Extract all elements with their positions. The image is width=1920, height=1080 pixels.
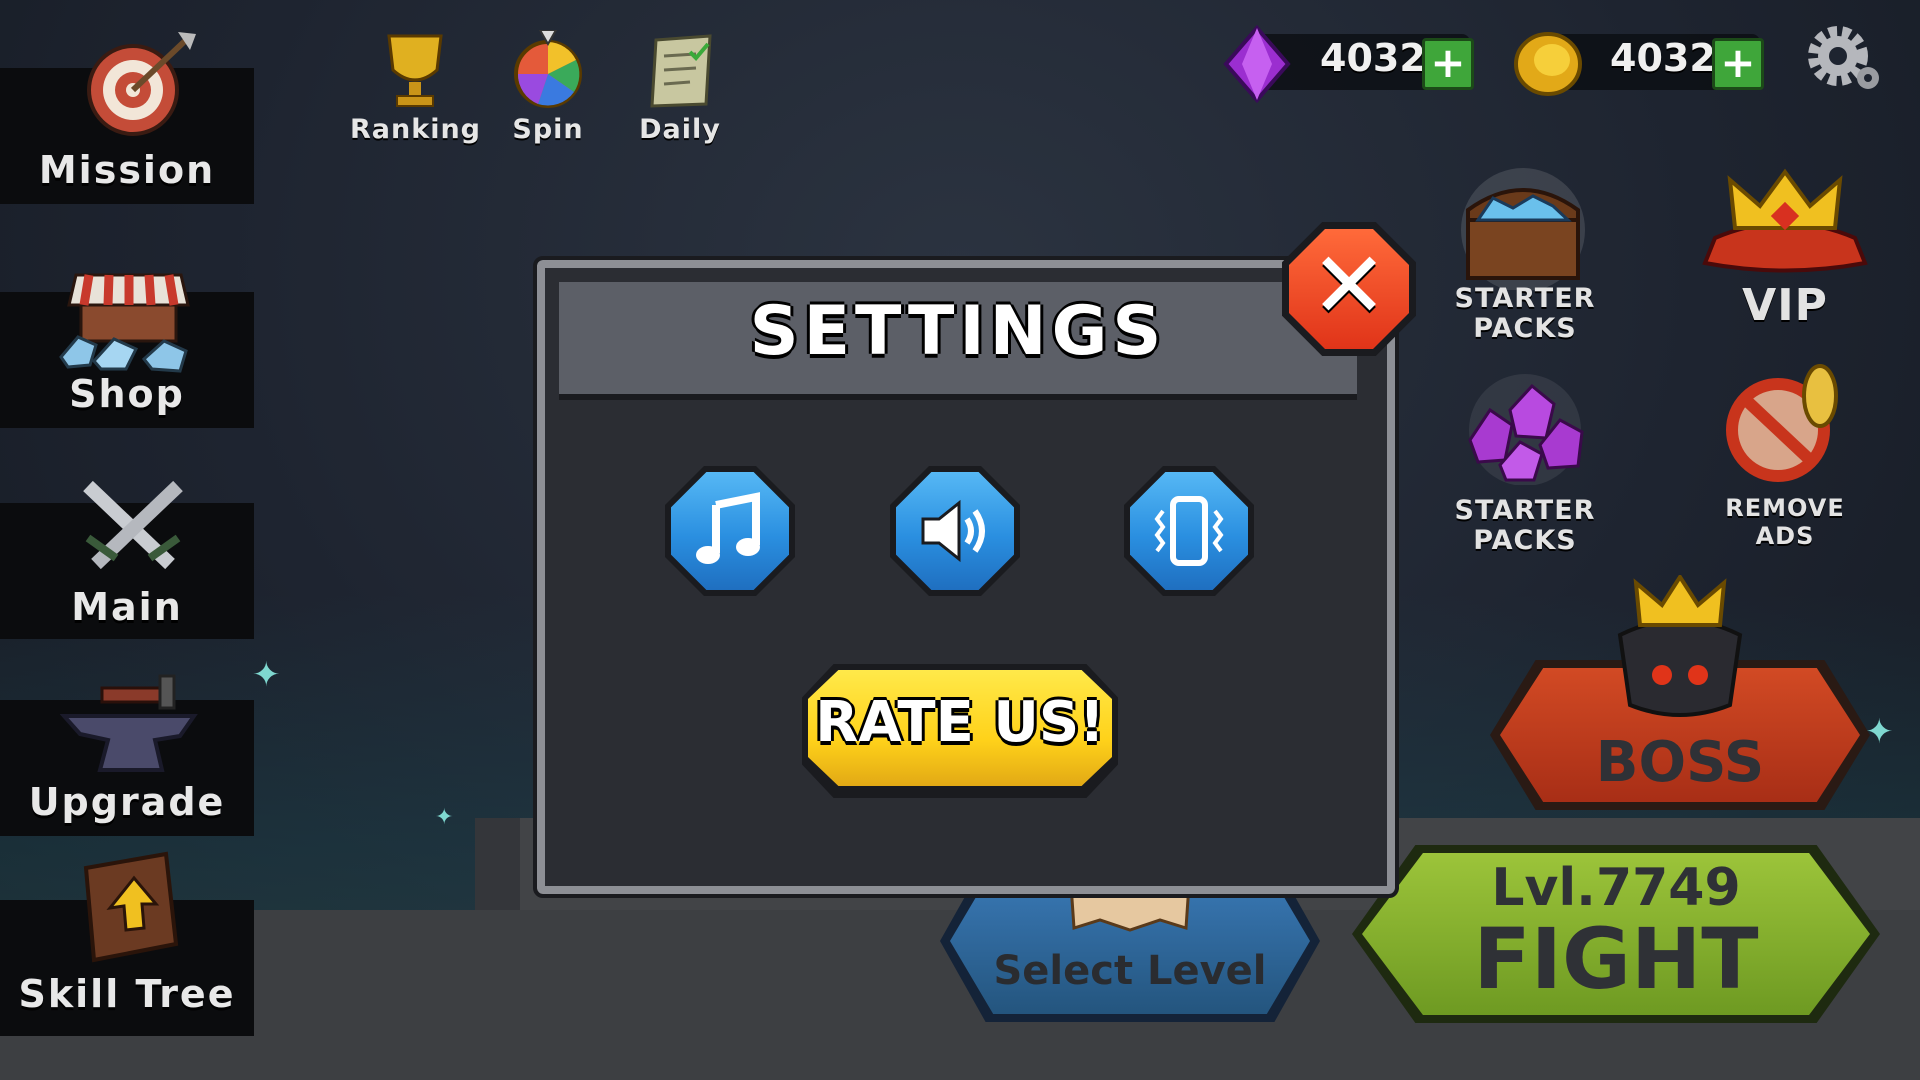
coin-count: 4032 [1610, 36, 1716, 80]
trophy-icon [387, 34, 443, 107]
ranking-label: Ranking [350, 114, 481, 145]
vibration-toggle-button[interactable] [1124, 466, 1254, 596]
vibration-phone-icon [1154, 496, 1224, 566]
no-ads-icon[interactable] [1720, 360, 1850, 490]
daily-button[interactable]: Daily [615, 30, 745, 145]
side-item-main-label: Main [71, 585, 183, 629]
music-note-icon [696, 492, 760, 564]
level-label: Lvl.7749 [1491, 858, 1741, 918]
book-icon [83, 851, 179, 963]
ranking-button[interactable]: Ranking [350, 30, 480, 145]
fight-label: FIGHT [1473, 910, 1759, 1008]
starter-packs-line1: STARTER [1454, 283, 1596, 314]
spin-label: Spin [512, 114, 584, 145]
gem-count: 4032 [1320, 36, 1426, 80]
remove-ads-line2: ADS [1755, 522, 1815, 550]
spin-button[interactable]: Spin [483, 29, 613, 145]
target-icon [87, 32, 196, 136]
side-item-skill-tree-label: Skill Tree [18, 972, 236, 1016]
add-gems-button[interactable]: + [1422, 38, 1474, 90]
select-level-label: Select Level [993, 948, 1267, 994]
settings-title: SETTINGS [749, 292, 1167, 371]
starter-packs-line1: STARTER [1454, 495, 1596, 526]
gear-icon[interactable] [1800, 18, 1890, 98]
add-coins-button[interactable]: + [1712, 38, 1764, 90]
coin-icon [1514, 32, 1582, 96]
boss-label: BOSS [1595, 730, 1765, 795]
gem-pile-icon[interactable] [1450, 370, 1600, 485]
boss-skull-icon [1617, 575, 1743, 717]
anvil-icon [60, 674, 198, 772]
side-item-mission-label: Mission [38, 148, 216, 192]
starter-packs-label-2[interactable]: STARTER PACKS [1440, 496, 1610, 556]
close-icon: ✕ [1310, 232, 1388, 339]
speaker-icon [921, 499, 985, 563]
starter-packs-label-1[interactable]: STARTER PACKS [1440, 284, 1610, 344]
daily-label: Daily [639, 114, 721, 145]
side-item-upgrade-label: Upgrade [28, 780, 226, 824]
crossed-swords-icon [83, 480, 183, 570]
treasure-chest-icon[interactable] [1448, 160, 1598, 290]
sound-toggle-button[interactable] [890, 466, 1020, 596]
starter-packs-line2: PACKS [1473, 313, 1577, 344]
gem-icon [1223, 24, 1291, 104]
spin-wheel-icon [514, 29, 582, 108]
music-toggle-button[interactable] [665, 466, 795, 596]
crown-icon[interactable] [1685, 168, 1885, 278]
side-item-shop-label: Shop [69, 372, 185, 416]
shop-icon [59, 273, 190, 373]
remove-ads-line1: REMOVE [1725, 494, 1845, 522]
remove-ads-label[interactable]: REMOVE ADS [1700, 494, 1870, 550]
rate-us-label: RATE US! [815, 690, 1105, 755]
vip-label[interactable]: VIP [1700, 280, 1870, 331]
starter-packs-line2: PACKS [1473, 525, 1577, 556]
daily-scroll-icon [650, 34, 712, 108]
